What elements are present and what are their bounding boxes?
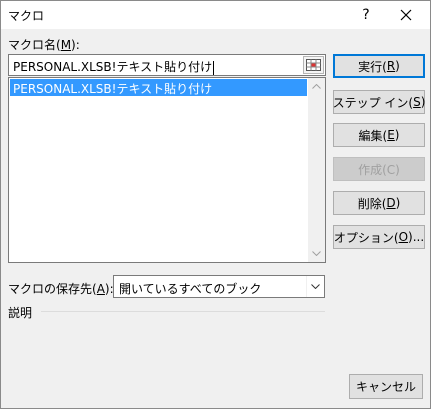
step-into-button[interactable]: ステップ イン(S): [333, 90, 425, 114]
range-select-icon: [306, 59, 321, 71]
macro-listbox[interactable]: PERSONAL.XLSB!テキスト貼り付け: [8, 77, 326, 263]
close-icon: [400, 9, 412, 21]
list-scrollbar[interactable]: [308, 78, 325, 262]
range-select-button[interactable]: [303, 56, 324, 74]
cancel-button[interactable]: キャンセル: [349, 374, 423, 399]
macro-dialog: マクロ ? マクロ名(M): PERSONAL.XLSB!テキスト貼り付け PE…: [0, 0, 431, 409]
text-caret: [213, 60, 215, 75]
scroll-down-arrow-icon[interactable]: [308, 245, 325, 262]
dialog-title: マクロ: [8, 9, 45, 23]
title-bar: マクロ ?: [1, 1, 430, 29]
macro-name-label: マクロ名(M):: [8, 38, 80, 52]
create-button[interactable]: 作成(C): [333, 157, 425, 181]
macro-name-input[interactable]: PERSONAL.XLSB!テキスト貼り付け: [8, 54, 326, 76]
list-item[interactable]: PERSONAL.XLSB!テキスト貼り付け: [10, 79, 307, 96]
description-divider: [41, 311, 325, 312]
macros-in-select[interactable]: 開いているすべてのブック: [113, 275, 325, 298]
delete-button[interactable]: 削除(D): [333, 191, 425, 215]
macro-name-value: PERSONAL.XLSB!テキスト貼り付け: [13, 60, 213, 74]
scroll-up-arrow-icon[interactable]: [308, 78, 325, 95]
chevron-down-icon[interactable]: [306, 276, 324, 297]
help-button[interactable]: ?: [346, 1, 386, 29]
run-button[interactable]: 実行(R): [333, 54, 425, 78]
help-icon: ?: [362, 7, 370, 23]
description-label: 説明: [8, 306, 33, 320]
macros-in-value: 開いているすべてのブック: [119, 282, 262, 296]
close-button[interactable]: [386, 1, 426, 29]
edit-button[interactable]: 編集(E): [333, 123, 425, 147]
options-button[interactable]: オプション(O)...: [333, 225, 425, 249]
macros-in-label: マクロの保存先(A):: [8, 282, 114, 296]
